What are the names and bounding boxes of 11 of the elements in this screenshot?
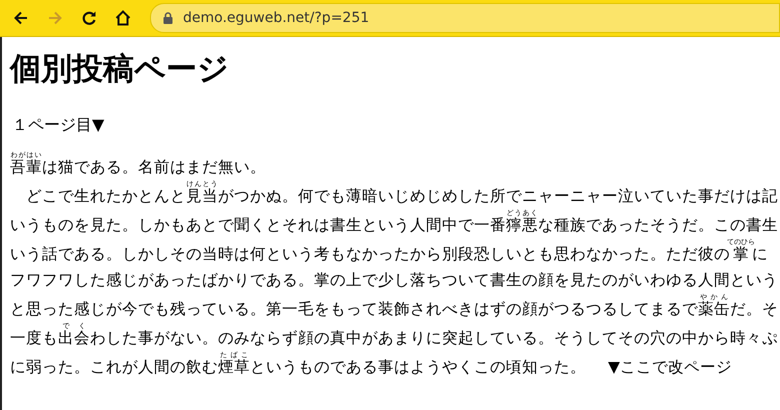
back-arrow-icon [12,9,30,27]
home-icon [114,9,132,27]
address-bar[interactable]: demo.eguweb.net/?p=251 [150,3,780,33]
page-label: １ページ目▼ [12,115,106,135]
forward-arrow-icon [46,9,64,27]
text-line: フワフワした感じがあったばかりである。掌の上で少し落ちついて書生の顔を見たのがいわゆる人間という [10,270,779,291]
lock-icon [163,12,173,24]
reload-icon [80,9,98,27]
page-heading: 個別投稿ページ [10,50,230,89]
url-text: demo.eguweb.net/?p=251 [183,10,370,26]
page-break-marker: ▼ここで改ページ [608,358,732,376]
